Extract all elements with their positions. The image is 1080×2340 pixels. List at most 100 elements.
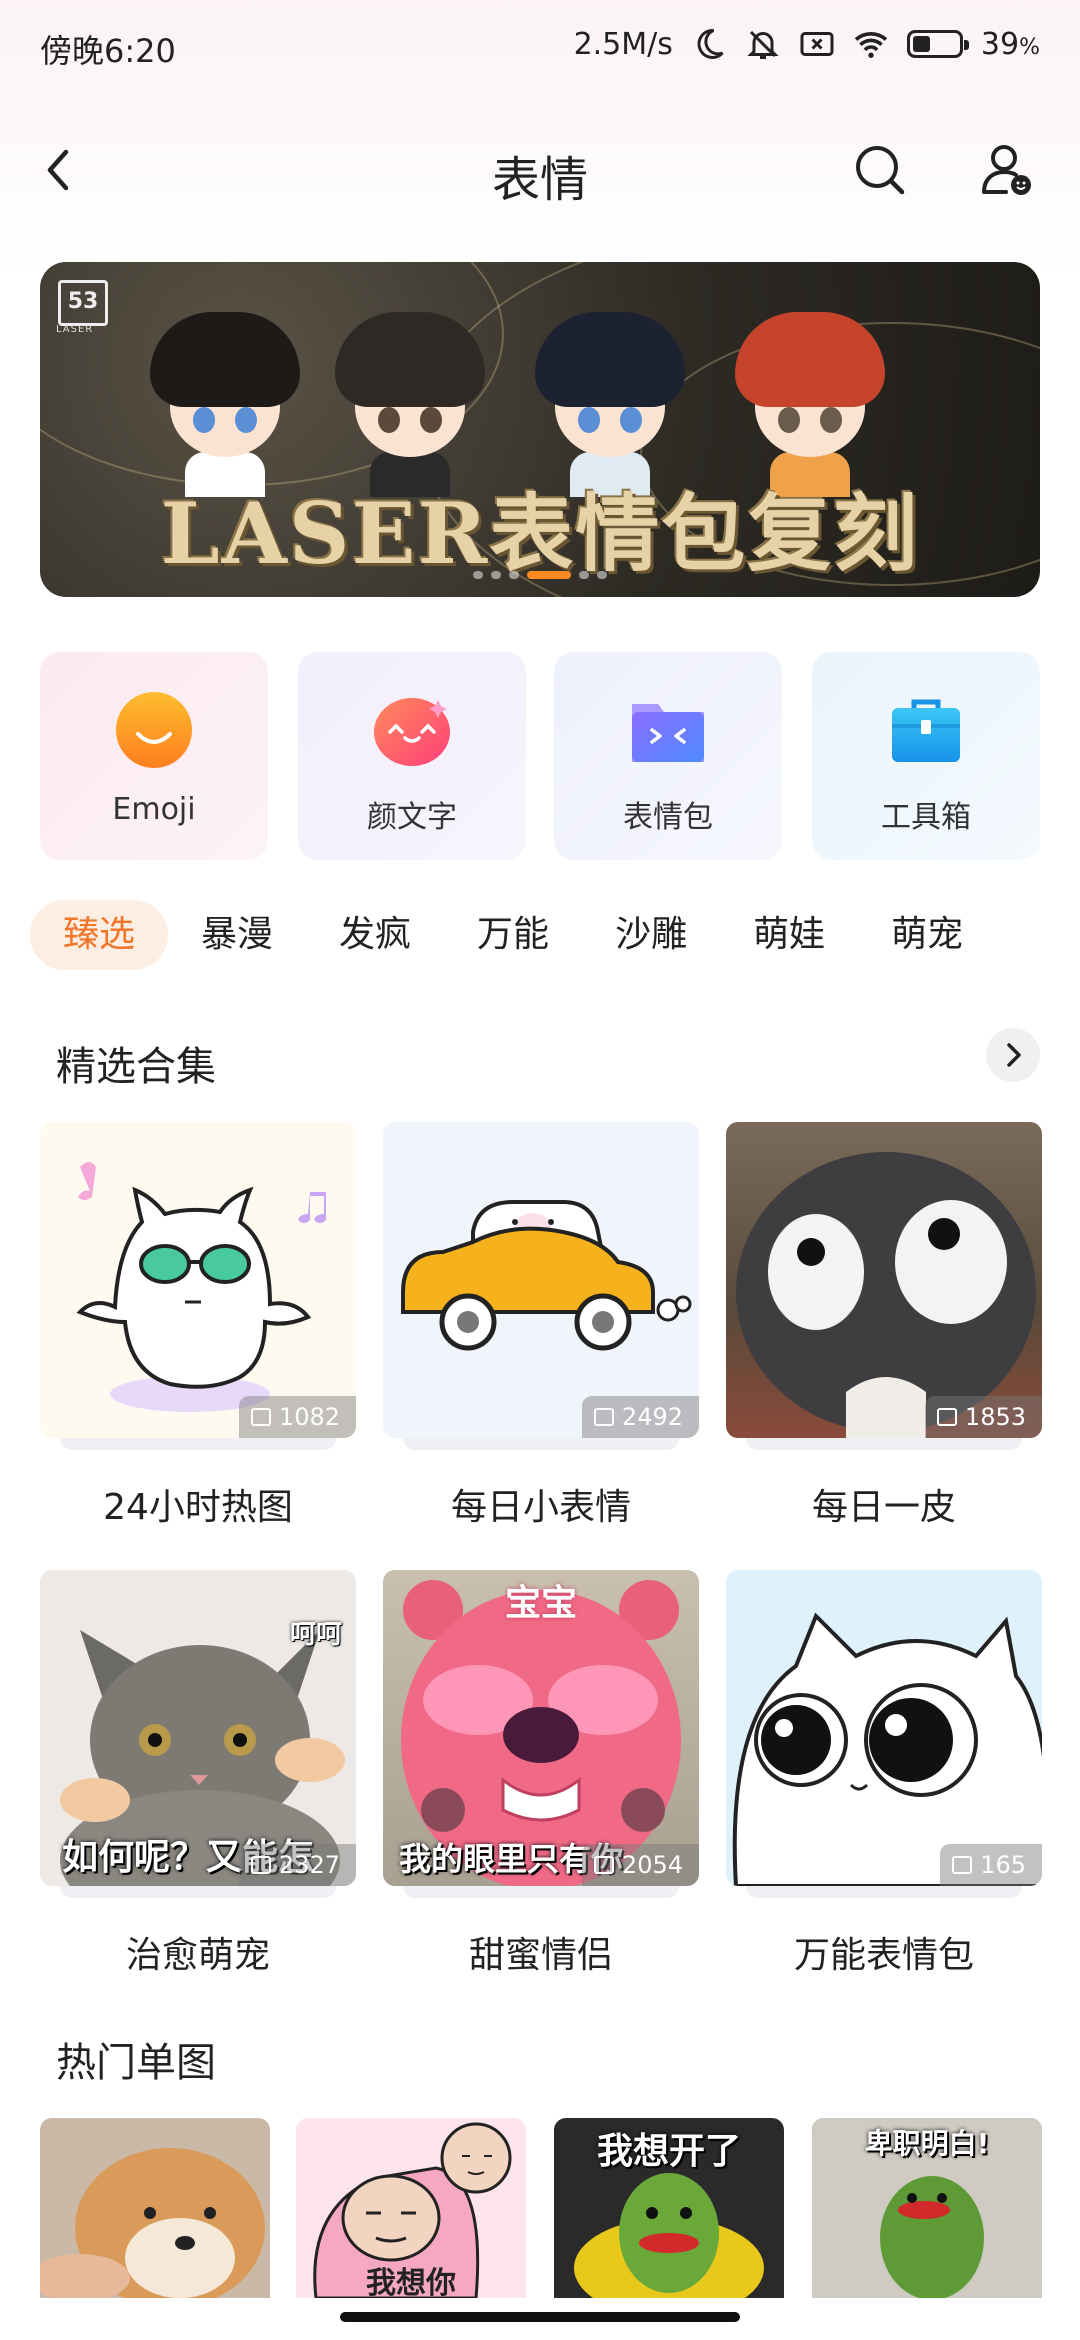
kaomoji-icon — [374, 698, 450, 766]
car-bear-sticker — [401, 1200, 692, 1351]
wifi-icon — [854, 32, 888, 58]
collection-card[interactable]: 2492 每日小表情 — [383, 1122, 699, 1530]
shiba-dog-photo — [40, 2148, 265, 2298]
card-stack-shadow — [60, 1438, 336, 1450]
chevron-right-icon — [1007, 1043, 1021, 1067]
tab-funny[interactable]: 沙雕 — [582, 900, 720, 970]
category-kaomoji[interactable]: 颜文字 — [298, 652, 526, 860]
collection-thumbnail: 1082 — [40, 1122, 356, 1438]
tab-babies[interactable]: 萌娃 — [720, 900, 858, 970]
home-indicator[interactable] — [340, 2312, 740, 2322]
collection-label: 万能表情包 — [793, 1935, 974, 1976]
banner-pager — [40, 571, 1040, 579]
category-emoji[interactable]: Emoji — [40, 652, 268, 860]
collection-label: 甜蜜情侣 — [468, 1935, 613, 1976]
collection-thumbnail: 宝宝 我的眼里只有你 2054 — [383, 1570, 699, 1886]
banner-character-2 — [330, 302, 490, 497]
image-icon — [593, 1408, 614, 1426]
banner-character-4 — [730, 302, 890, 497]
category-tabs: 臻选 暴漫 发疯 万能 沙雕 萌娃 萌宠 — [30, 900, 996, 970]
featured-more-button[interactable] — [986, 1028, 1040, 1082]
hot-section-title: 热门单图 — [56, 2040, 216, 2086]
hot-image[interactable]: 卑职明白! — [812, 2118, 1042, 2298]
banner-title: LASER表情包复刻 — [160, 484, 920, 583]
banner-page-dot — [527, 571, 571, 579]
white-cat-sticker — [732, 1612, 1042, 1886]
hot-image[interactable]: 我想开了 — [554, 2118, 784, 2298]
moon-icon — [697, 28, 724, 59]
image-icon — [250, 1408, 271, 1426]
image-icon — [593, 1856, 614, 1874]
collection-thumbnail: 1853 — [726, 1122, 1042, 1438]
tab-pets[interactable]: 萌宠 — [858, 900, 996, 970]
profile-icon[interactable] — [976, 140, 1036, 200]
hot-image[interactable]: 我想你 — [296, 2118, 526, 2298]
image-count-badge: 2492 — [581, 1396, 699, 1438]
card-stack-shadow — [746, 1438, 1022, 1450]
back-arrow-icon[interactable] — [30, 140, 90, 200]
tab-manga[interactable]: 暴漫 — [168, 900, 306, 970]
image-count-badge: 2054 — [581, 1844, 699, 1886]
collection-thumbnail: 呵呵 如何呢？又能怎 2327 — [40, 1570, 356, 1886]
tab-crazy[interactable]: 发疯 — [306, 900, 444, 970]
sticker-folder-icon — [632, 704, 704, 762]
bird-sticker — [736, 1152, 1036, 1438]
card-stack-shadow — [403, 1438, 679, 1450]
hot-image[interactable] — [40, 2118, 270, 2298]
hot-image-caption: 卑职明白! — [864, 2127, 990, 2160]
promo-banner[interactable]: 53 LASER LASER表情包复刻 — [40, 262, 1040, 597]
toolbox-icon — [892, 699, 960, 762]
banner-page-dot — [579, 571, 589, 579]
category-sticker-pack[interactable]: 表情包 — [554, 652, 782, 860]
category-label: Emoji — [112, 792, 196, 827]
sticker-corner-text: 呵呵 — [289, 1620, 342, 1650]
banner-logo-subtext: LASER — [56, 324, 94, 335]
network-speed: 2.5M/s — [573, 26, 673, 62]
banner-logo: 53 — [58, 280, 108, 326]
image-count-badge: 1853 — [924, 1396, 1042, 1438]
collection-thumbnail: 2492 — [383, 1122, 699, 1438]
category-toolbox[interactable]: 工具箱 — [812, 652, 1040, 860]
status-icons: 2.5M/s 39% — [574, 26, 1040, 62]
tab-universal[interactable]: 万能 — [444, 900, 582, 970]
hot-image-caption: 我想你 — [366, 2266, 456, 2298]
card-stack-shadow — [403, 1886, 679, 1898]
banner-page-dot — [509, 571, 519, 579]
image-icon — [952, 1856, 973, 1874]
bell-off-icon — [747, 30, 779, 59]
collection-thumbnail: 165 — [726, 1570, 1042, 1886]
collection-card[interactable]: 宝宝 我的眼里只有你 2054 甜蜜情侣 — [383, 1570, 699, 1978]
collection-label: 24小时热图 — [103, 1487, 293, 1528]
card-stack-shadow — [60, 1886, 336, 1898]
collection-card[interactable]: 1082 24小时热图 — [40, 1122, 356, 1530]
hot-image-caption: 我想开了 — [596, 2131, 741, 2172]
banner-character-1 — [145, 302, 305, 497]
image-count-badge: 1082 — [238, 1396, 356, 1438]
collection-label: 治愈萌宠 — [125, 1935, 270, 1976]
featured-section-title: 精选合集 — [56, 1044, 216, 1090]
ghost-cat-sticker — [76, 1162, 326, 1412]
collection-label: 每日一皮 — [811, 1487, 956, 1528]
image-icon — [250, 1856, 271, 1874]
collection-card[interactable]: 165 万能表情包 — [726, 1570, 1042, 1978]
battery-icon — [906, 30, 969, 58]
collection-label: 每日小表情 — [450, 1487, 631, 1528]
search-icon[interactable] — [850, 140, 910, 200]
collection-card[interactable]: 呵呵 如何呢？又能怎 2327 治愈萌宠 — [40, 1570, 356, 1978]
banner-page-dot — [491, 571, 501, 579]
sim-x-icon — [800, 32, 834, 56]
battery-percent: 39% — [980, 26, 1040, 62]
tab-featured[interactable]: 臻选 — [30, 900, 169, 970]
category-label: 表情包 — [623, 800, 713, 835]
status-time: 傍晚6:20 — [40, 32, 176, 70]
card-stack-shadow — [746, 1886, 1022, 1898]
image-icon — [936, 1408, 957, 1426]
page-title: 表情 — [491, 152, 588, 208]
banner-page-dot — [473, 571, 483, 579]
collection-card[interactable]: 1853 每日一皮 — [726, 1122, 1042, 1530]
image-count-badge: 2327 — [238, 1844, 356, 1886]
sticker-top-text: 宝宝 — [504, 1583, 577, 1624]
emoji-face-icon — [116, 692, 192, 768]
banner-page-dot — [597, 571, 607, 579]
banner-character-3 — [530, 302, 690, 497]
